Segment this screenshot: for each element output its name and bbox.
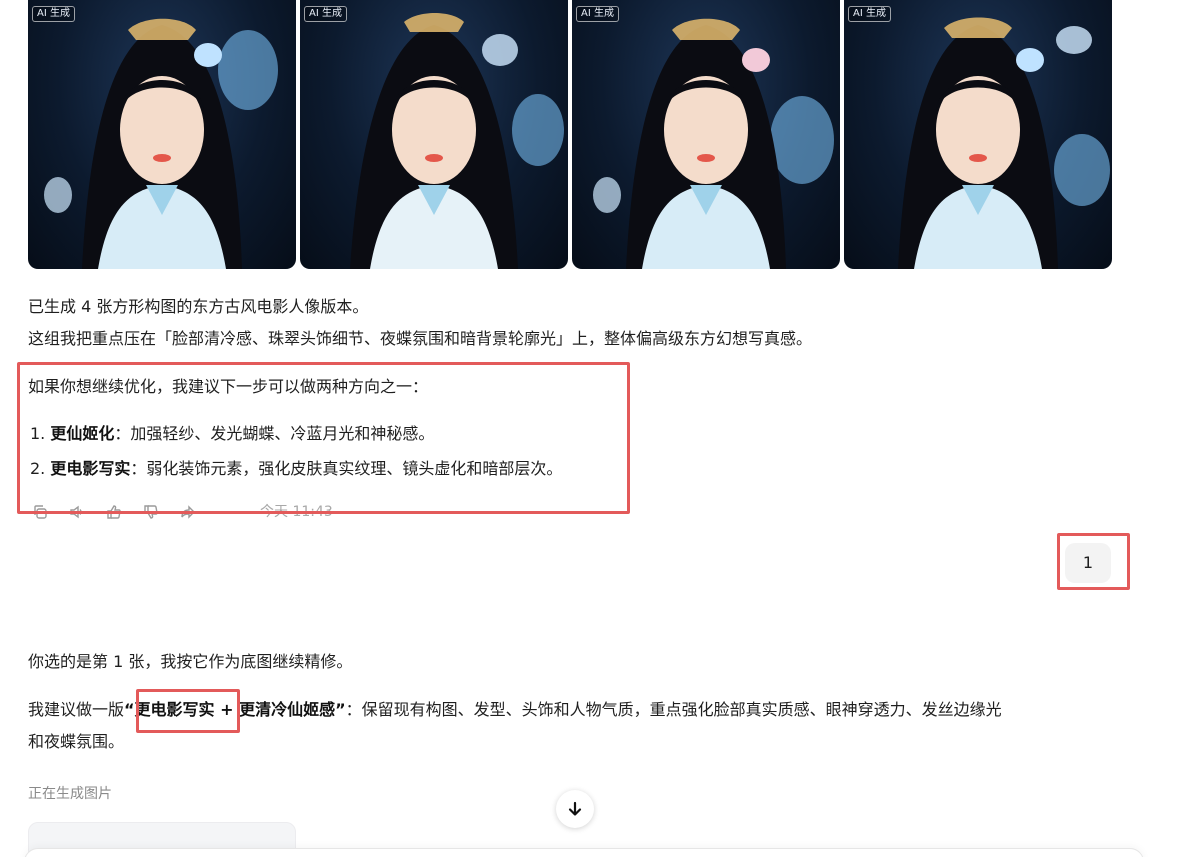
speaker-icon[interactable] bbox=[67, 502, 87, 522]
reply-text-line: 你选的是第 1 张，我按它作为底图继续精修。 bbox=[28, 652, 353, 671]
list-item-title: 更仙姬化 bbox=[50, 424, 115, 443]
open-quote: “ bbox=[124, 700, 135, 719]
message-action-bar bbox=[30, 502, 215, 522]
bold-phrase: 更电影写实 bbox=[134, 700, 215, 719]
portrait-illustration bbox=[350, 13, 564, 269]
generating-status: 正在生成图片 bbox=[28, 786, 112, 802]
scroll-to-bottom-button[interactable] bbox=[556, 790, 594, 828]
bold-phrase: 更清冷仙姬感 bbox=[239, 700, 336, 719]
text-span: ：保留现有构图、发型、头饰和人物气质，重点强化脸部真实质感、眼神穿透力、发丝边缘… bbox=[345, 700, 1002, 719]
thumbs-up-icon[interactable] bbox=[104, 502, 124, 522]
generated-image-1[interactable]: AI 生成 bbox=[28, 0, 296, 269]
reply-text-line: 这组我把重点压在「脸部清冷感、珠翠头饰细节、夜蝶氛围和暗背景轮廓光」上，整体偏高… bbox=[28, 329, 813, 348]
list-number: 1. bbox=[30, 424, 46, 443]
ai-generated-badge: AI 生成 bbox=[304, 6, 347, 22]
portrait-illustration bbox=[44, 18, 278, 269]
plus-sign: + bbox=[214, 700, 240, 719]
image-gallery: AI 生成 AI 生成 AI 生成 AI 生成 bbox=[28, 0, 1112, 269]
ai-generated-badge: AI 生成 bbox=[848, 6, 891, 22]
ai-generated-badge: AI 生成 bbox=[32, 6, 75, 22]
reply-text-line: 已生成 4 张方形构图的东方古风电影人像版本。 bbox=[28, 297, 369, 316]
reply-text-line: 和夜蝶氛围。 bbox=[28, 732, 125, 751]
arrow-down-icon bbox=[568, 801, 582, 816]
composer-input-edge[interactable] bbox=[24, 848, 1144, 857]
message-timestamp: 今天 11:43 bbox=[260, 504, 333, 520]
user-message-bubble[interactable]: 1 bbox=[1065, 543, 1111, 583]
copy-icon[interactable] bbox=[30, 502, 50, 522]
portrait-illustration bbox=[593, 18, 834, 269]
thumbs-down-icon[interactable] bbox=[141, 502, 161, 522]
list-item: 1. 更仙姬化：加强轻纱、发光蝴蝶、冷蓝月光和神秘感。 bbox=[30, 421, 434, 447]
list-number: 2. bbox=[30, 459, 46, 478]
portrait-illustration bbox=[898, 17, 1110, 269]
share-icon[interactable] bbox=[178, 502, 198, 522]
ai-generated-badge: AI 生成 bbox=[576, 6, 619, 22]
close-quote: ” bbox=[335, 700, 346, 719]
generated-image-4[interactable]: AI 生成 bbox=[844, 0, 1112, 269]
list-item-desc: ：弱化装饰元素，强化皮肤真实纹理、镜头虚化和暗部层次。 bbox=[130, 459, 563, 478]
text-span: 我建议做一版 bbox=[28, 700, 125, 719]
reply-text-line: 我建议做一版“更电影写实 + 更清冷仙姬感”：保留现有构图、发型、头饰和人物气质… bbox=[28, 697, 1002, 723]
reply-text-line: 如果你想继续优化，我建议下一步可以做两种方向之一： bbox=[28, 377, 429, 396]
list-item-desc: ：加强轻纱、发光蝴蝶、冷蓝月光和神秘感。 bbox=[114, 424, 435, 443]
generated-image-3[interactable]: AI 生成 bbox=[572, 0, 840, 269]
list-item: 2. 更电影写实：弱化装饰元素，强化皮肤真实纹理、镜头虚化和暗部层次。 bbox=[30, 456, 562, 482]
list-item-title: 更电影写实 bbox=[50, 459, 131, 478]
generated-image-2[interactable]: AI 生成 bbox=[300, 0, 568, 269]
